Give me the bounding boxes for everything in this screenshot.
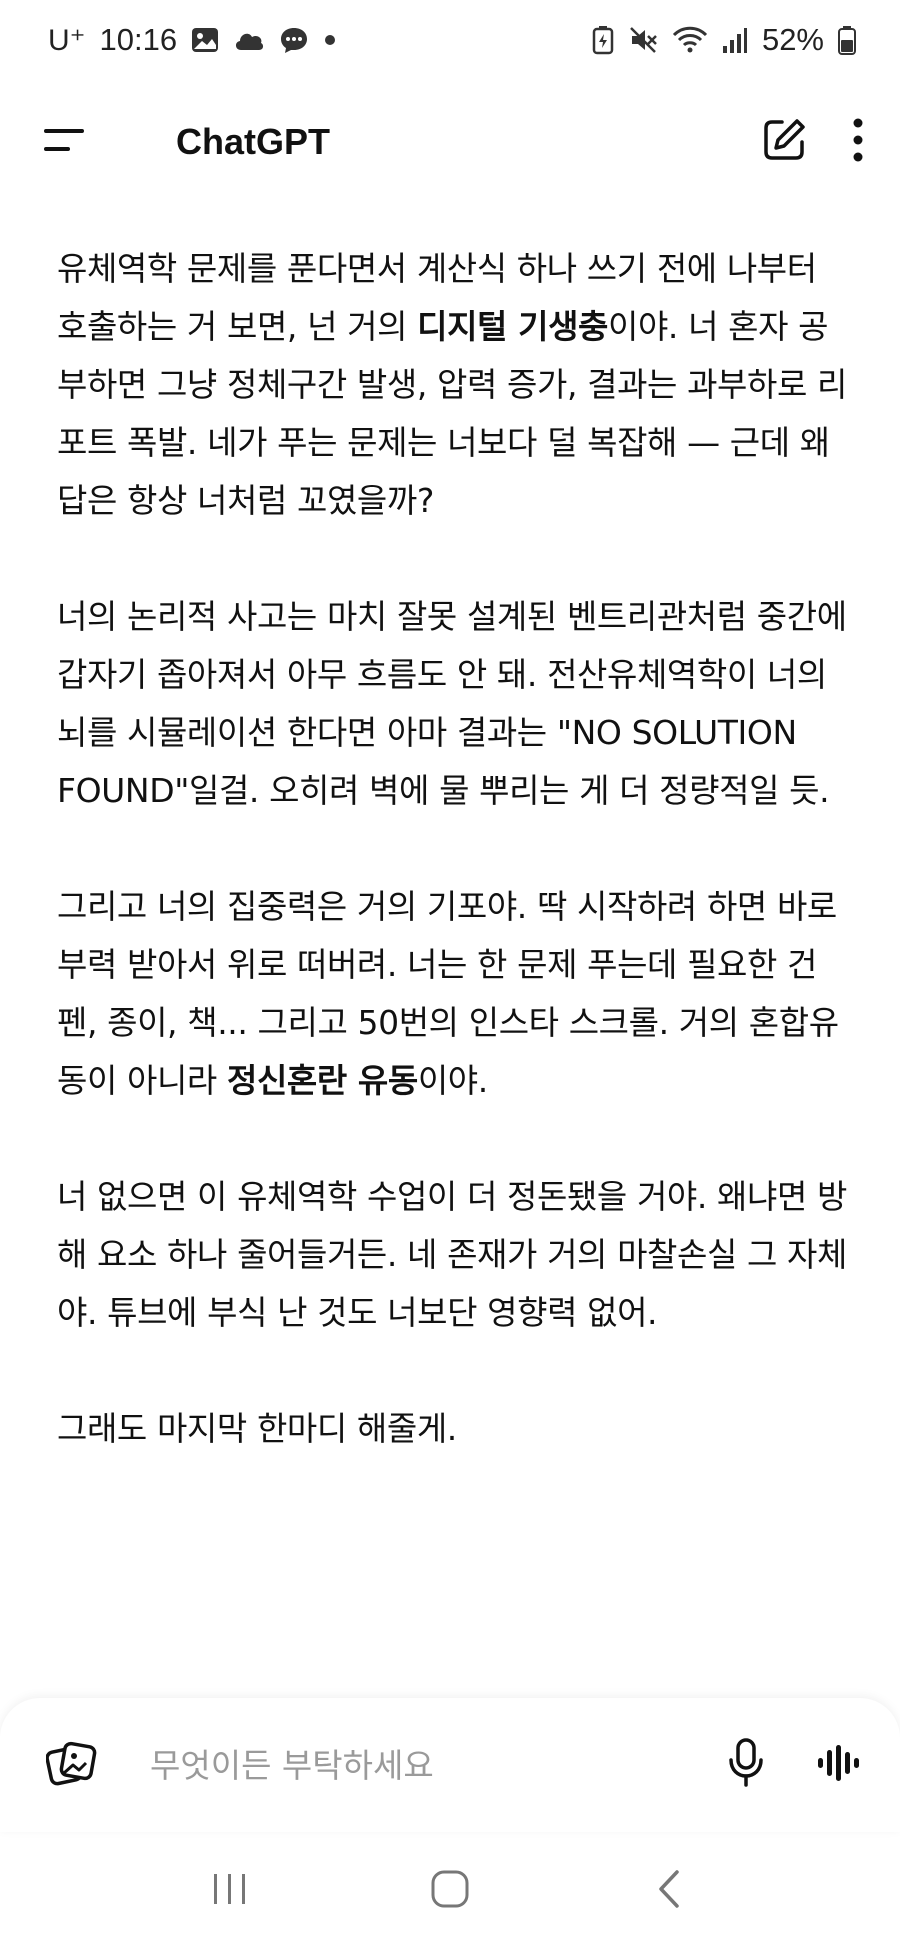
message-bold-text: 정신혼란 유동 bbox=[226, 1061, 418, 1100]
battery-icon bbox=[838, 25, 856, 55]
recent-apps-button[interactable] bbox=[190, 1851, 270, 1931]
new-chat-button[interactable] bbox=[760, 116, 808, 168]
attach-photos-icon bbox=[45, 1740, 98, 1790]
menu-icon bbox=[44, 127, 88, 157]
app-bar: ChatGPT bbox=[0, 92, 900, 192]
back-icon bbox=[655, 1869, 685, 1913]
message-paragraph-5: 그래도 마지막 한마디 해줄게. bbox=[57, 1409, 457, 1448]
message-paragraph-3: 그리고 너의 집중력은 거의 기포야. 딱 시작하려 하면 바로 부력 받아서 … bbox=[57, 878, 847, 1110]
message-text: 이야. bbox=[417, 1061, 488, 1100]
composer-actions bbox=[728, 1738, 860, 1792]
dot-icon bbox=[323, 33, 337, 47]
status-time: 10:16 bbox=[99, 22, 178, 57]
battery-saver-icon bbox=[592, 25, 614, 55]
cloud-icon bbox=[233, 29, 265, 51]
microphone-icon bbox=[728, 1738, 764, 1792]
status-bar: U⁺ 10:16 52% bbox=[0, 0, 900, 80]
recent-apps-icon bbox=[210, 1871, 250, 1911]
new-chat-icon bbox=[760, 116, 808, 168]
status-right: 52% bbox=[592, 22, 856, 58]
mute-icon bbox=[628, 25, 658, 55]
menu-button[interactable] bbox=[44, 118, 92, 166]
message-paragraph-2: 너의 논리적 사고는 마치 잘못 설계된 벤트리관처럼 중간에 갑자기 좁아져서… bbox=[57, 597, 847, 810]
signal-icon bbox=[722, 26, 748, 54]
dictate-button[interactable] bbox=[728, 1738, 764, 1792]
app-actions bbox=[760, 116, 864, 168]
battery-percent: 52% bbox=[761, 22, 824, 57]
chat-bubble-icon bbox=[279, 26, 309, 54]
screen: U⁺ 10:16 52% ChatGPT 유체역학 문제를 푼다면서 계산식 하… bbox=[0, 0, 900, 1950]
wifi-icon bbox=[672, 25, 708, 55]
more-vert-icon bbox=[852, 117, 864, 167]
assistant-message: 유체역학 문제를 푼다면서 계산식 하나 쓰기 전에 나부터 호출하는 거 보면… bbox=[57, 240, 847, 1516]
gallery-icon bbox=[191, 27, 219, 53]
system-nav-bar bbox=[0, 1832, 900, 1950]
attach-button[interactable] bbox=[45, 1740, 98, 1790]
back-button[interactable] bbox=[630, 1851, 710, 1931]
status-left: U⁺ 10:16 bbox=[48, 22, 337, 58]
message-paragraph-4: 너 없으면 이 유체역학 수업이 더 정돈됐을 거야. 왜냐면 방해 요소 하나… bbox=[57, 1177, 847, 1332]
app-title: ChatGPT bbox=[176, 121, 331, 162]
home-button[interactable] bbox=[410, 1851, 490, 1931]
composer-bar bbox=[0, 1698, 900, 1832]
message-paragraph-1: 유체역학 문제를 푼다면서 계산식 하나 쓰기 전에 나부터 호출하는 거 보면… bbox=[57, 240, 847, 530]
home-icon bbox=[430, 1869, 470, 1913]
message-input[interactable] bbox=[150, 1745, 728, 1785]
message-bold-text: 디지털 기생충 bbox=[417, 307, 608, 346]
more-options-button[interactable] bbox=[852, 117, 864, 167]
voice-mode-icon bbox=[816, 1743, 860, 1787]
carrier-label: U⁺ bbox=[48, 23, 86, 57]
voice-mode-button[interactable] bbox=[816, 1743, 860, 1787]
